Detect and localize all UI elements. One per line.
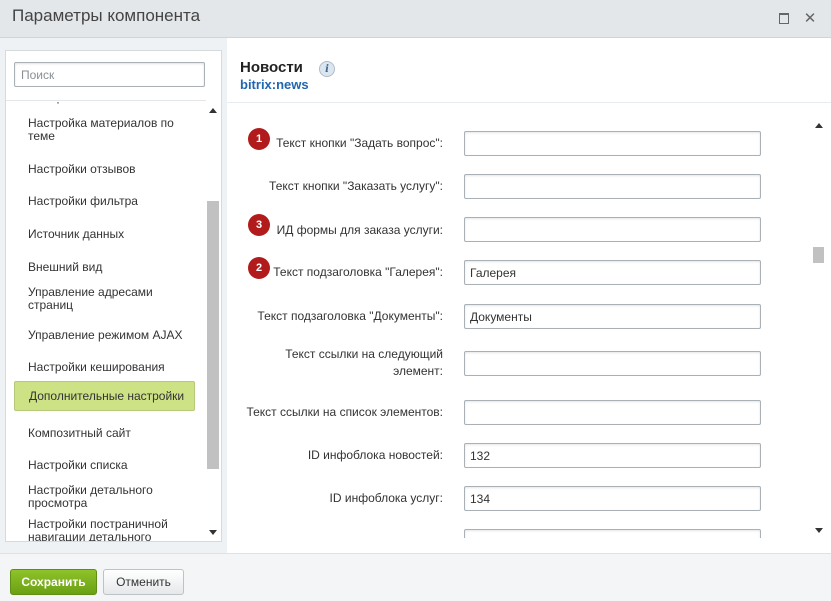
field-label: Текст ссылки на список элементов: [246,405,443,419]
maximize-icon[interactable] [776,10,792,26]
sidebar-item-label: Настройка материалов по теме [28,116,174,143]
field-label: ID инфоблока новостей: [307,448,443,462]
scroll-up-icon[interactable] [209,108,217,113]
search-input[interactable] [14,62,205,87]
form-scrollbar[interactable] [811,118,827,538]
ask-question-button-text-input[interactable] [464,131,761,156]
sidebar-item-filter[interactable]: Настройки фильтра [14,193,195,209]
sidebar-item-detail-view[interactable]: Настройки детального просмотра [14,482,195,512]
sidebar-item-label: Внешний вид [28,259,103,274]
next-element-link-input[interactable] [464,351,761,376]
documents-subtitle-input[interactable] [464,304,761,329]
sidebar-item-additional-settings[interactable]: Дополнительные настройки [14,381,195,411]
settings-panel: Новости i bitrix:news 1 Текст кнопки "За… [227,38,831,553]
sidebar-item-reviews[interactable]: Настройки отзывов [14,161,195,177]
sidebar-item-ajax[interactable]: Управление режимом AJAX [14,327,195,343]
scroll-up-icon[interactable] [815,123,823,128]
cut-off-input[interactable] [464,529,761,538]
scroll-down-icon[interactable] [209,530,217,535]
sidebar-item-label: Настройки отзывов [28,161,136,176]
sidebar-item-detail-pagination[interactable]: Настройки постраничной навигации детальн… [14,517,195,542]
settings-form: 1 Текст кнопки "Задать вопрос": Текст кн… [227,118,809,538]
scrollbar-thumb[interactable] [207,201,219,469]
component-name: Новости [240,59,303,76]
sidebar-item-related-materials[interactable]: Настройка материалов по теме [14,115,195,145]
sidebar-item-data-source[interactable]: Источник данных [14,226,195,242]
field-label: ИД формы для заказа услуги: [276,223,443,237]
info-icon[interactable]: i [319,61,335,77]
sidebar-item-label: Настройки фильтра [28,193,138,208]
sidebar-item-label: Управление режимом AJAX [28,327,183,342]
window-title: Параметры компонента [12,6,201,25]
sidebar-item-label: Источник данных [28,226,125,241]
field-label: Текст ссылки на следующий элемент: [285,347,443,378]
sidebar-scrollbar[interactable] [206,101,221,541]
dialog-footer: Сохранить Отменить [0,553,831,601]
sidebar-item-label: Настройки кеширования [28,359,165,374]
order-form-id-input[interactable] [464,217,761,242]
sidebar-item-list-settings[interactable]: Настройки списка [14,457,195,473]
sidebar-item-label: Настройки списка [28,457,128,472]
sidebar-item-composite-site[interactable]: Композитный сайт [14,425,195,441]
sidebar-item-page-addresses[interactable]: Управление адресами страниц [14,284,195,314]
sidebar-item-label: Композитный сайт [28,425,131,440]
close-icon[interactable]: ✕ [802,10,818,27]
component-code: bitrix:news [240,77,309,92]
sidebar-item-label: Настройки постраничной навигации детальн… [28,517,168,542]
sidebar-item-label: Управление адресами страниц [28,285,153,312]
sidebar-item-label: Дополнительные настройки [29,388,185,403]
field-label: Текст подзаголовка "Галерея": [273,265,443,279]
field-label: Текст кнопки "Задать вопрос": [276,136,443,150]
scrollbar-thumb[interactable] [813,247,824,263]
sidebar-list: · Настройка материалов по теме Настройки… [6,101,206,541]
panel-divider [227,102,831,103]
sidebar: · Настройка материалов по теме Настройки… [5,50,222,542]
sidebar-item-cut-off: · [56,101,60,109]
sidebar-item-appearance[interactable]: Внешний вид [14,259,195,275]
field-label: Текст кнопки "Заказать услугу": [269,179,443,193]
dialog-body: · Настройка материалов по теме Настройки… [0,38,831,553]
services-iblock-id-input[interactable] [464,486,761,511]
gallery-subtitle-input[interactable] [464,260,761,285]
window-titlebar: Параметры компонента ✕ [0,0,831,38]
sidebar-item-caching[interactable]: Настройки кеширования [14,359,195,375]
sidebar-item-label: Настройки детального просмотра [28,483,153,510]
field-label: Текст подзаголовка "Документы": [257,309,443,323]
cancel-button[interactable]: Отменить [103,569,184,595]
order-service-button-text-input[interactable] [464,174,761,199]
scroll-down-icon[interactable] [815,528,823,533]
list-link-input[interactable] [464,400,761,425]
news-iblock-id-input[interactable] [464,443,761,468]
field-label: ID инфоблока услуг: [329,491,443,505]
save-button[interactable]: Сохранить [10,569,97,595]
